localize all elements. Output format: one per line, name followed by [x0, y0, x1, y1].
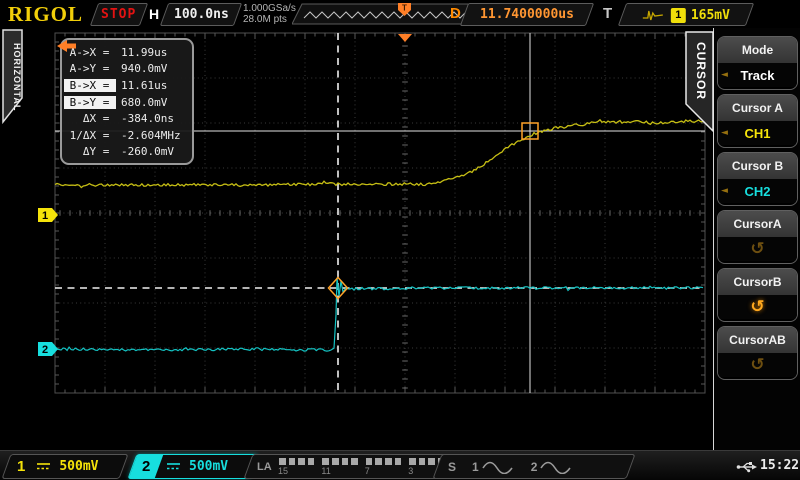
oscilloscope-screen: 1 2 RIGOL STOP H 100.0ns 1.000GSa/s 28.0M…	[0, 0, 800, 480]
readout-row: 1/ΔX = -2.604MHz	[64, 127, 190, 144]
digital-group-number: 15	[278, 466, 288, 476]
channel1-scale: 500mV	[59, 459, 98, 474]
cursor-menu-tab: CURSOR	[690, 36, 708, 106]
cursor-readout-box: A->X = 11.99us A->Y = 940.0mV B->X = 11.…	[60, 38, 194, 165]
digital-bit-indicator	[308, 458, 315, 465]
svg-text:2: 2	[42, 344, 48, 356]
dc-coupling-icon	[167, 462, 181, 471]
trigger-badge[interactable]: 1 165mV	[618, 3, 754, 26]
channel2-scale: 500mV	[189, 459, 228, 474]
menu-button-cursor-a[interactable]: Cursor A ◄CH1	[717, 94, 798, 148]
dc-coupling-icon	[37, 462, 51, 471]
channel1-number: 1	[17, 458, 25, 475]
digital-bit-indicator	[289, 458, 296, 465]
timebase-value: 100.0ns	[174, 7, 229, 22]
trigger-level-value: 165mV	[691, 7, 730, 22]
sine-wave-icon	[481, 460, 515, 474]
readout-row: ΔX = -384.0ns	[64, 110, 190, 127]
horizontal-label: H	[149, 6, 159, 22]
ch2-trace	[55, 278, 703, 352]
channel2-badge[interactable]: 2 500mV	[127, 454, 258, 479]
menu-button-cursora-knob[interactable]: CursorA ↺	[717, 210, 798, 264]
digital-bit-indicator	[409, 458, 416, 465]
timebase-badge[interactable]: 100.0ns	[160, 3, 242, 26]
svg-text:1: 1	[42, 210, 48, 222]
run-state-label: STOP	[101, 7, 136, 22]
source-label: S	[448, 460, 456, 474]
rotate-knob-icon: ↺	[750, 299, 764, 316]
left-triangle-icon: ◄	[721, 128, 728, 138]
trigger-label: T	[603, 5, 612, 22]
digital-bit-indicator	[279, 458, 286, 465]
trigger-source-badge: 1	[671, 7, 686, 22]
soft-menu-panel: Mode ◄Track Cursor A ◄CH1 Cursor B ◄CH2 …	[713, 28, 800, 450]
readout-row: A->X = 11.99us	[64, 44, 190, 61]
logic-analyzer-badge[interactable]: LA 151173	[243, 454, 452, 479]
channel-status-bar: 1 500mV 2 500mV LA	[0, 450, 800, 480]
usb-icon	[736, 460, 758, 474]
source1-number: 1	[472, 460, 479, 474]
sample-rate-block: 1.000GSa/s 28.0M pts	[243, 3, 296, 25]
menu-button-cursorb-knob[interactable]: CursorB ↺	[717, 268, 798, 322]
delay-value: 11.7400000us	[480, 7, 574, 22]
svg-text:T: T	[402, 4, 407, 13]
channel1-badge[interactable]: 1 500mV	[1, 454, 128, 479]
digital-bit-indicator	[395, 458, 402, 465]
delay-badge[interactable]: 11.7400000us	[460, 3, 594, 26]
run-state-badge[interactable]: STOP	[90, 3, 148, 26]
left-triangle-icon: ◄	[721, 70, 728, 80]
readout-row: ΔY = -260.0mV	[64, 144, 190, 161]
rotate-knob-icon: ↺	[750, 357, 764, 374]
digital-bit-indicator	[298, 458, 305, 465]
digital-group-number: 7	[365, 466, 370, 476]
source-output-badge[interactable]: S 1 2	[432, 454, 635, 479]
digital-bit-indicator	[322, 458, 329, 465]
menu-button-cursor-b[interactable]: Cursor B ◄CH2	[717, 152, 798, 206]
readout-row: A->Y = 940.0mV	[64, 61, 190, 78]
readout-row: B->Y = 680.0mV	[64, 94, 190, 111]
digital-bit-indicator	[342, 458, 349, 465]
digital-bit-indicator	[385, 458, 392, 465]
clock: 15:22	[760, 458, 799, 473]
delay-label: D	[450, 5, 461, 22]
trigger-position-marker[interactable]	[398, 34, 412, 42]
digital-bit-indicator	[366, 458, 373, 465]
rotate-knob-icon: ↺	[750, 241, 764, 258]
digital-bit-indicator	[351, 458, 358, 465]
digital-group-number: 3	[408, 466, 413, 476]
digital-bit-indicator	[332, 458, 339, 465]
digital-group-number: 11	[321, 466, 330, 476]
status-bar: RIGOL STOP H 100.0ns 1.000GSa/s 28.0M pt…	[0, 0, 800, 28]
trigger-edge-icon	[642, 7, 666, 23]
readout-row: B->X = 11.61us	[64, 77, 190, 94]
digital-bit-indicator	[419, 458, 426, 465]
left-triangle-icon: ◄	[721, 186, 728, 196]
sine-wave-icon	[539, 460, 573, 474]
digital-bit-indicator	[428, 458, 435, 465]
digital-bit-indicator	[375, 458, 382, 465]
memory-depth: 28.0M pts	[243, 14, 296, 25]
rigol-logo: RIGOL	[8, 2, 83, 27]
source2-number: 2	[531, 460, 538, 474]
menu-button-cursorab-knob[interactable]: CursorAB ↺	[717, 326, 798, 380]
sample-rate: 1.000GSa/s	[243, 3, 296, 14]
horizontal-tab: HORIZONTAL	[4, 31, 22, 123]
menu-button-mode[interactable]: Mode ◄Track	[717, 36, 798, 90]
